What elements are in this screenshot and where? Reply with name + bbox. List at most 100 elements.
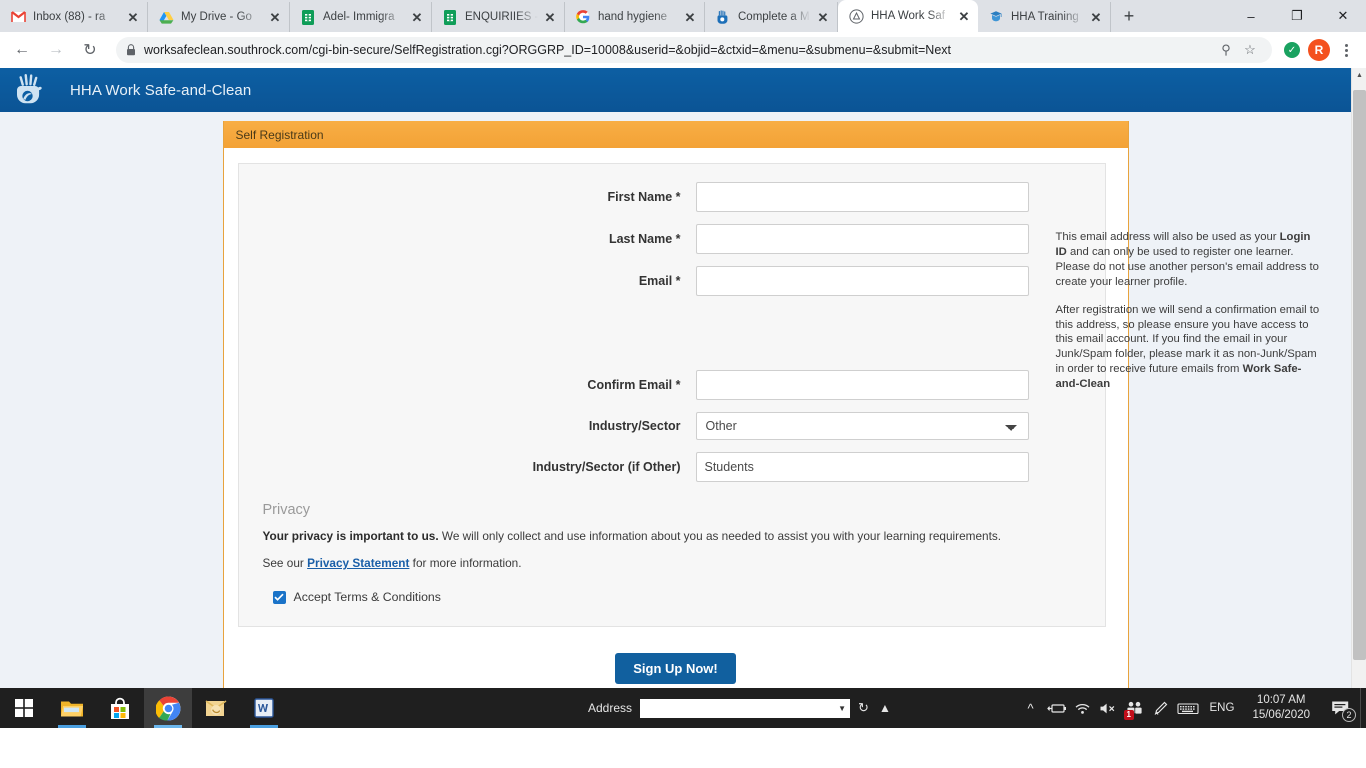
form-spacer	[239, 308, 1105, 370]
email-help-paragraph-1: This email address will also be used as …	[1056, 230, 1322, 290]
email-input[interactable]	[695, 266, 1029, 296]
close-icon[interactable]: ✕	[267, 9, 283, 25]
tab-title: HHA Work Saf	[871, 10, 945, 22]
address-toolbar: Address ▼ ↻ ▲	[588, 688, 891, 728]
email-help-text: This email address will also be used as …	[1056, 230, 1322, 405]
search-icon[interactable]: ⚲	[1214, 38, 1238, 62]
battery-icon[interactable]	[1044, 688, 1070, 728]
close-icon[interactable]: ✕	[682, 9, 698, 25]
hand-hygiene-logo	[10, 70, 50, 110]
tab-title: HHA Training	[1011, 11, 1079, 23]
teams-icon[interactable]: 1	[1122, 688, 1148, 728]
outlook-icon[interactable]	[192, 688, 240, 728]
hand-hygiene-icon	[715, 9, 731, 25]
browser-tab-adel-immigration[interactable]: Adel- Immigra ✕	[290, 2, 432, 32]
accept-terms-label: Accept Terms & Conditions	[293, 590, 441, 604]
omnibox-actions: ⚲ ☆	[1206, 38, 1262, 62]
checkmark-extension-icon[interactable]: ✓	[1284, 42, 1300, 58]
star-icon[interactable]: ☆	[1238, 38, 1262, 62]
forward-button[interactable]: →	[42, 36, 70, 64]
tab-strip: Inbox (88) - ra ✕ My Drive - Go ✕ Adel- …	[0, 0, 1366, 32]
language-indicator[interactable]: ENG	[1202, 702, 1243, 714]
chevron-down-icon[interactable]: ▼	[838, 704, 846, 713]
chevron-up-icon[interactable]: ▲	[879, 701, 891, 715]
browser-toolbar: ← → ↻ worksafeclean.southrock.com/cgi-bi…	[0, 32, 1366, 68]
last-name-input[interactable]	[695, 224, 1029, 254]
google-search-icon	[575, 9, 591, 25]
confirm-email-input[interactable]	[695, 370, 1029, 400]
close-window-button[interactable]: ✕	[1320, 0, 1366, 32]
email-help-paragraph-2: After registration we will send a confir…	[1056, 303, 1322, 392]
email-help-p1-a: This email address will also be used as …	[1055, 231, 1280, 243]
google-drive-icon	[158, 9, 174, 25]
browser-tab-hand-hygiene-search[interactable]: hand hygiene ✕	[565, 2, 705, 32]
close-icon[interactable]: ✕	[1088, 9, 1104, 25]
refresh-icon[interactable]: ↻	[858, 700, 869, 716]
back-button[interactable]: ←	[8, 36, 36, 64]
address-toolbar-input[interactable]: ▼	[640, 698, 851, 718]
address-bar[interactable]: worksafeclean.southrock.com/cgi-bin-secu…	[116, 37, 1272, 63]
close-icon[interactable]: ✕	[542, 9, 558, 25]
notifications-icon[interactable]: 2	[1320, 688, 1360, 728]
close-icon[interactable]: ✕	[409, 9, 425, 25]
browser-tab-my-drive[interactable]: My Drive - Go ✕	[148, 2, 290, 32]
close-icon[interactable]: ✕	[956, 8, 972, 24]
touch-keyboard-icon[interactable]	[1174, 688, 1202, 728]
browser-tab-complete-a-module[interactable]: Complete a M ✕	[705, 2, 838, 32]
reload-button[interactable]: ↻	[76, 36, 104, 64]
browser-chrome: Inbox (88) - ra ✕ My Drive - Go ✕ Adel- …	[0, 0, 1366, 68]
tray-overflow-chevron-up-icon[interactable]: ^	[1018, 688, 1044, 728]
email-label: Email *	[638, 274, 681, 288]
industry-select[interactable]: Other	[695, 412, 1029, 440]
privacy-bold-lead: Your privacy is important to us.	[262, 529, 439, 543]
avatar[interactable]: R	[1308, 39, 1330, 61]
lock-icon	[126, 44, 136, 56]
microsoft-store-icon[interactable]	[96, 688, 144, 728]
file-explorer-icon[interactable]	[48, 688, 96, 728]
field-row-industry: Industry/Sector Other	[239, 412, 1105, 440]
minimize-button[interactable]: –	[1228, 0, 1274, 32]
scroll-up-icon[interactable]: ▲	[1352, 68, 1366, 83]
browser-tab-enquiries[interactable]: ENQUIRIIES - ✕	[432, 2, 565, 32]
maximize-button[interactable]: ❐	[1274, 0, 1320, 32]
page-scrollbar[interactable]: ▲ ▼	[1351, 68, 1366, 728]
sign-up-button[interactable]: Sign Up Now!	[615, 653, 736, 684]
privacy-heading: Privacy	[262, 502, 311, 518]
windows-start-icon[interactable]	[0, 688, 48, 728]
browser-menu-icon[interactable]	[1334, 37, 1358, 63]
site-header: HHA Work Safe-and-Clean	[0, 68, 1351, 112]
show-desktop-button[interactable]	[1360, 688, 1366, 728]
browser-tab-hha-training[interactable]: HHA Training ✕	[978, 2, 1111, 32]
google-chrome-icon[interactable]	[144, 688, 192, 728]
scrollbar-thumb[interactable]	[1353, 90, 1366, 660]
close-icon[interactable]: ✕	[815, 9, 831, 25]
field-row-email: Email *	[239, 266, 1105, 296]
first-name-input[interactable]	[695, 182, 1029, 212]
privacy-statement-link[interactable]: Privacy Statement	[307, 556, 409, 570]
google-sheets-icon	[300, 9, 316, 25]
google-sheets-icon	[442, 9, 458, 25]
clock[interactable]: 10:07 AM 15/06/2020	[1242, 693, 1320, 723]
speaker-muted-icon[interactable]	[1096, 688, 1122, 728]
wifi-icon[interactable]	[1070, 688, 1096, 728]
clock-date: 15/06/2020	[1252, 709, 1310, 721]
industry-other-label: Industry/Sector (if Other)	[532, 460, 681, 474]
field-row-last-name: Last Name *	[239, 224, 1105, 254]
industry-other-input[interactable]	[695, 452, 1029, 482]
pen-icon[interactable]	[1148, 688, 1174, 728]
system-tray: ^ 1 ENG 10:07 AM 15/06/2020 2	[1018, 688, 1366, 728]
privacy-line1-rest: We will only collect and use information…	[438, 529, 1002, 543]
tab-title: My Drive - Go	[181, 11, 252, 23]
browser-tab-hha-work-safe[interactable]: HHA Work Saf ✕	[838, 0, 978, 32]
new-tab-button[interactable]: +	[1115, 2, 1143, 30]
window-controls: – ❐ ✕	[1228, 0, 1366, 32]
close-icon[interactable]: ✕	[125, 9, 141, 25]
tab-title: Complete a M	[738, 11, 810, 23]
privacy-line2-pre: See our	[262, 556, 308, 570]
browser-tab-inbox[interactable]: Inbox (88) - ra ✕	[0, 2, 148, 32]
page-title: HHA Work Safe-and-Clean	[70, 81, 252, 99]
accept-terms-checkbox[interactable]	[272, 590, 286, 604]
first-name-label: First Name *	[607, 190, 681, 204]
accept-terms-row[interactable]: Accept Terms & Conditions	[263, 590, 1105, 604]
microsoft-word-icon[interactable]	[240, 688, 288, 728]
